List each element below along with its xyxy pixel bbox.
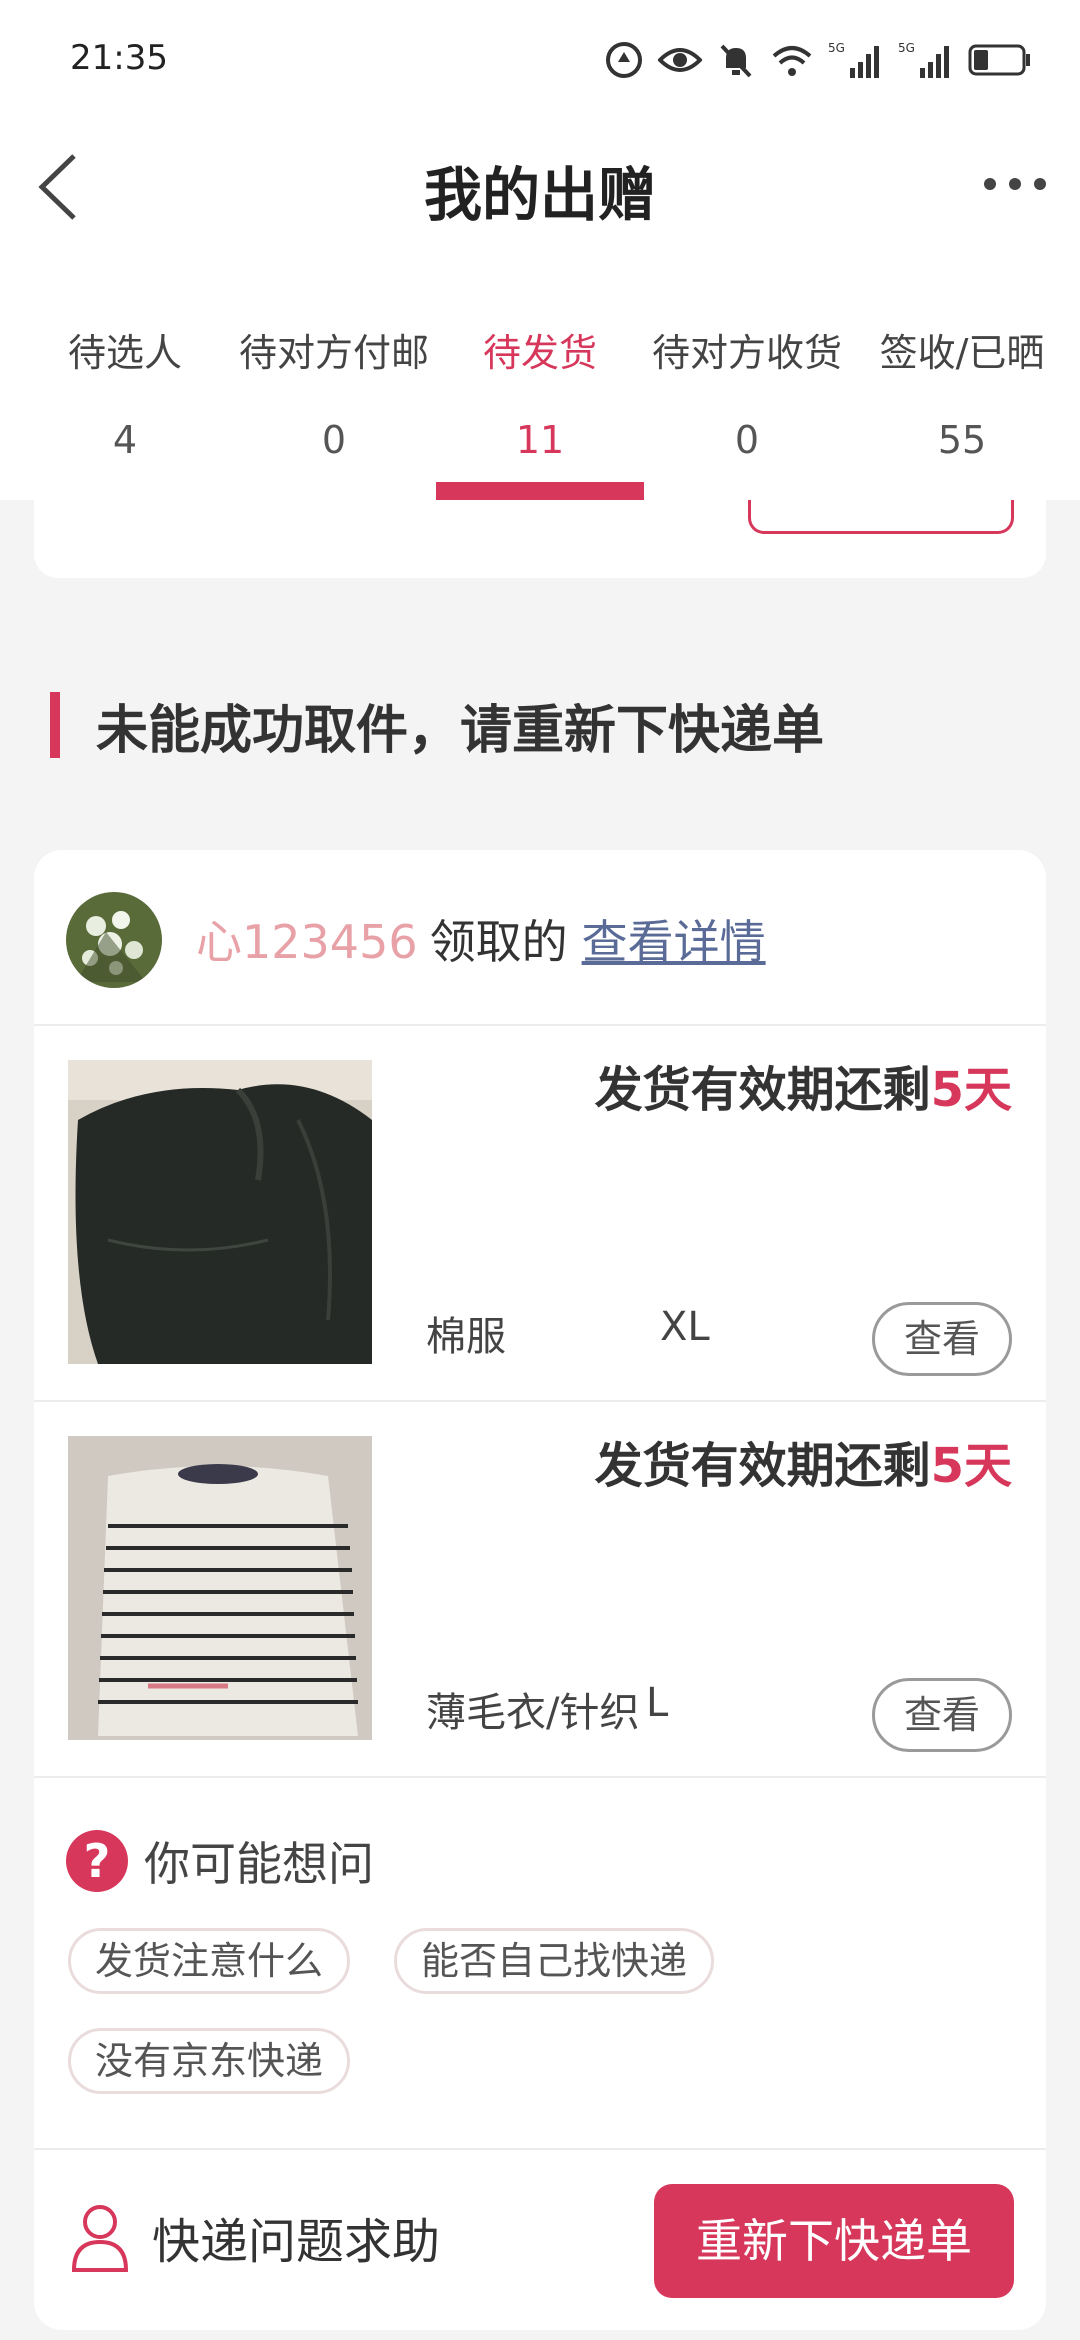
deadline-text: 发货有效期还剩 [594, 1062, 931, 1118]
eye-icon [658, 48, 702, 72]
tab-label: 待选人 [67, 331, 182, 375]
svg-text:5G: 5G [828, 41, 845, 55]
item-category: 棉服 [426, 1314, 506, 1360]
status-bar: 21:35 5G 5G [0, 0, 1080, 120]
deadline-text: 发货有效期还剩 [594, 1438, 931, 1494]
claimer-text: 心123456 领取的 查看详情 [196, 906, 766, 972]
tab-count: 11 [515, 418, 565, 462]
tab-label: 签收/已晒 [879, 331, 1045, 375]
svg-text:5G: 5G [898, 41, 915, 55]
previous-card-button[interactable] [748, 500, 1014, 534]
status-icons: 5G 5G [604, 38, 1032, 82]
item-photo[interactable] [68, 1060, 372, 1364]
view-button[interactable]: 查看 [872, 1678, 1012, 1752]
active-tab-indicator [436, 482, 644, 500]
item-photo[interactable] [68, 1436, 372, 1740]
tab-received[interactable]: 签收/已晒 55 [862, 250, 1062, 500]
claimer-verb: 领取的 [429, 915, 568, 969]
deadline-days: 5天 [930, 1062, 1012, 1118]
avatar[interactable] [66, 892, 162, 988]
tab-label: 待对方收货 [651, 331, 842, 375]
deadline-days: 5天 [930, 1438, 1012, 1494]
status-tabs: 待选人 4 待对方付邮 0 待发货 11 待对方收货 0 签收/已晒 55 [0, 250, 1080, 500]
item-category: 薄毛衣/针织 [426, 1690, 640, 1736]
more-button[interactable] [980, 160, 1050, 210]
wifi-icon [772, 46, 812, 76]
view-details-link[interactable]: 查看详情 [582, 915, 766, 969]
card-footer: 快递问题求助 重新下快递单 [34, 2150, 1046, 2330]
faq-chip[interactable]: 没有京东快递 [68, 2028, 351, 2094]
tab-label: 待发货 [482, 331, 597, 375]
faq-title-row: ? 你可能想问 [66, 1828, 374, 1894]
tab-pending-postage[interactable]: 待对方付邮 0 [224, 250, 444, 500]
mute-bell-icon [720, 44, 752, 78]
reorder-shipping-button[interactable]: 重新下快递单 [654, 2184, 1014, 2298]
tab-pending-receive[interactable]: 待对方收货 0 [640, 250, 854, 500]
tab-count: 55 [937, 418, 987, 462]
ship-deadline: 发货有效期还剩5天 [595, 1426, 1012, 1496]
tab-pending-ship[interactable]: 待发货 11 [436, 250, 644, 500]
faq-chip[interactable]: 发货注意什么 [68, 1928, 351, 1994]
section-title: 未能成功取件，请重新下快递单 [96, 700, 825, 761]
claimer-name[interactable]: 心123456 [196, 915, 418, 969]
status-time: 21:35 [70, 38, 168, 78]
faq-title: 你可能想问 [144, 1837, 374, 1891]
list-item[interactable]: 发货有效期还剩5天 薄毛衣/针织 L 查看 [34, 1402, 1046, 1778]
battery-icon [968, 44, 1030, 76]
view-button[interactable]: 查看 [872, 1302, 1012, 1376]
signal-5g-icon: 5G [828, 41, 879, 78]
person-icon [71, 2205, 129, 2272]
shipment-card: 心123456 领取的 查看详情 发货有效期还剩5天 棉服 XL 查看 发货有效… [34, 850, 1046, 2330]
faq-section: ? 你可能想问 发货注意什么 能否自己找快递 没有京东快递 [34, 1778, 1046, 2150]
more-dots-icon [984, 178, 1046, 190]
section-accent-bar [50, 692, 60, 758]
tab-count: 0 [321, 418, 347, 462]
list-item[interactable]: 发货有效期还剩5天 棉服 XL 查看 [34, 1026, 1046, 1402]
ship-deadline: 发货有效期还剩5天 [595, 1050, 1012, 1120]
data-saver-icon [606, 42, 642, 78]
tab-label: 待对方付邮 [238, 331, 429, 375]
shipping-help-button[interactable]: 快递问题求助 [70, 2202, 440, 2272]
tab-count: 4 [112, 418, 138, 462]
page-title: 我的出赠 [423, 161, 656, 229]
tab-count: 0 [734, 418, 760, 462]
section-heading: 未能成功取件，请重新下快递单 [50, 690, 825, 761]
item-size: XL [660, 1304, 710, 1350]
question-icon: ? [66, 1830, 128, 1892]
claimer-row: 心123456 领取的 查看详情 [34, 850, 1046, 1026]
item-size: L [646, 1680, 669, 1726]
signal-5g-icon: 5G [898, 41, 949, 78]
tab-pending-select[interactable]: 待选人 4 [30, 250, 220, 500]
app-header: 我的出赠 [0, 120, 1080, 250]
previous-card [34, 500, 1046, 578]
help-label: 快递问题求助 [152, 2214, 441, 2270]
faq-chip[interactable]: 能否自己找快递 [394, 1928, 715, 1994]
